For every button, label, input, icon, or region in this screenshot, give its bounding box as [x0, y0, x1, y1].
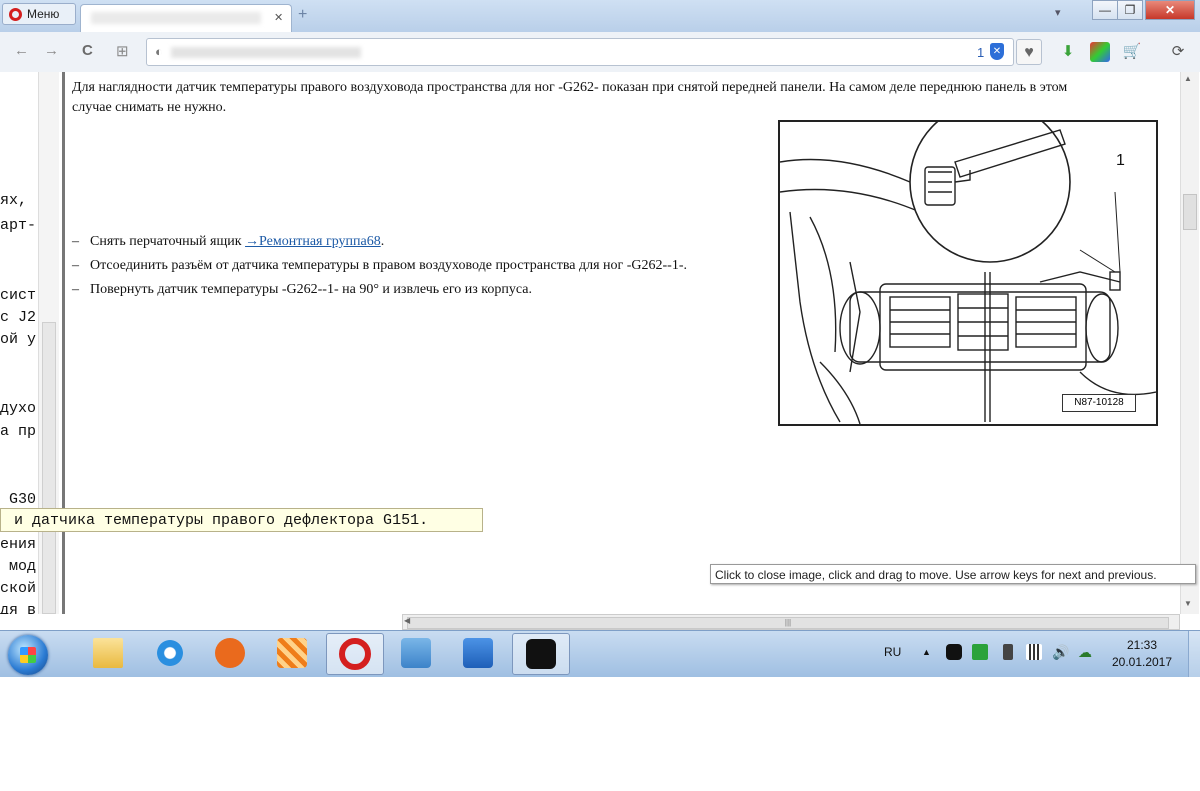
- list-item: – Снять перчаточный ящик →Ремонтная груп…: [72, 232, 752, 252]
- windows-flag-icon: [20, 647, 36, 663]
- illustration-drawing: [779, 101, 1157, 425]
- step-text-tail: .: [380, 234, 385, 249]
- photo-viewer-icon: [401, 638, 431, 668]
- browser-toolbar: ← → C ⊞ ◐ 1 ✕ ♥ ⬇ 🛒 ⟳: [0, 32, 1200, 73]
- step-dash: –: [72, 234, 79, 249]
- step-dash: –: [72, 258, 79, 273]
- left-text-fragment: с J2: [0, 309, 37, 326]
- technical-illustration[interactable]: 1 N87-10128: [778, 101, 1158, 426]
- opera-icon: [9, 7, 22, 21]
- list-item: – Отсоединить разъём от датчика температ…: [72, 256, 752, 276]
- menu-label: Меню: [27, 7, 60, 21]
- tab-list-icon[interactable]: ▾: [1055, 6, 1061, 19]
- left-text-fragment: ях,: [0, 192, 28, 209]
- left-text-fragment: ой у: [0, 331, 37, 348]
- folder-icon: [93, 638, 123, 668]
- palette-icon[interactable]: [1090, 42, 1110, 62]
- shield-icon[interactable]: ✕: [990, 43, 1004, 60]
- app-grid-icon: [277, 638, 307, 668]
- taskbar-explorer-button[interactable]: [80, 633, 136, 673]
- tab-close-icon[interactable]: ✕: [274, 11, 283, 24]
- window-maximize-button[interactable]: ❐: [1117, 0, 1143, 20]
- new-tab-button[interactable]: +: [298, 6, 307, 24]
- clock-time: 21:33: [1126, 638, 1158, 652]
- scroll-up-icon[interactable]: ▲: [1184, 74, 1192, 83]
- repair-group-link[interactable]: →Ремонтная группа68: [245, 234, 381, 249]
- taskbar-ie-button[interactable]: [142, 633, 198, 673]
- list-item: – Повернуть датчик температуры -G262--1-…: [72, 280, 752, 300]
- browser-tab[interactable]: ✕: [80, 4, 292, 32]
- tab-strip: Меню ✕ + ▾ — ❐ ✕: [0, 0, 1200, 33]
- back-icon[interactable]: ←: [14, 42, 29, 59]
- windows-taskbar: RU ▲ 🔊 ☁ 21:33 20.01.2017: [0, 630, 1200, 677]
- show-hidden-icons-icon[interactable]: ▲: [922, 647, 931, 657]
- forward-icon[interactable]: →: [44, 42, 59, 59]
- extensions-icon[interactable]: ⟳: [1168, 42, 1188, 62]
- left-text-fragment: ской: [0, 580, 37, 597]
- taskbar-owl-button[interactable]: [512, 633, 570, 675]
- adblock-count: 1: [977, 45, 985, 60]
- site-info-icon[interactable]: ◐: [155, 44, 163, 59]
- intro-paragraph: Для наглядности датчик температуры право…: [72, 80, 1068, 115]
- taskbar-opera-button[interactable]: [326, 633, 384, 675]
- download-icon[interactable]: ⬇: [1058, 42, 1078, 62]
- left-text-fragment: дя в: [0, 602, 37, 614]
- cart-icon[interactable]: 🛒: [1122, 42, 1142, 62]
- system-clock[interactable]: 21:33 20.01.2017: [1110, 637, 1174, 671]
- internet-explorer-icon: [155, 638, 185, 668]
- horizontal-scrollbar[interactable]: |||: [402, 614, 1180, 630]
- page-viewport: ях, арт- сист с J2 ой у духо а пр G30 ен…: [0, 72, 1200, 614]
- left-text-fragment: а пр: [0, 423, 37, 440]
- taskbar-app-button[interactable]: [264, 633, 320, 673]
- owl-icon: [526, 639, 556, 669]
- opera-icon: [339, 638, 371, 670]
- address-text-blurred: [171, 47, 361, 58]
- speed-dial-icon[interactable]: ⊞: [116, 42, 129, 60]
- step-text: Снять перчаточный ящик: [90, 234, 246, 249]
- left-frame-scroll-thumb[interactable]: [42, 322, 56, 614]
- tray-network-icon[interactable]: ☁: [1078, 644, 1094, 660]
- figure-id-label: N87-10128: [1062, 394, 1136, 412]
- step-text: Повернуть датчик температуры -G262--1- н…: [90, 282, 532, 297]
- procedure-steps: – Снять перчаточный ящик →Ремонтная груп…: [72, 232, 752, 304]
- speaker-icon: [463, 638, 493, 668]
- tray-device-icon[interactable]: [1003, 644, 1013, 660]
- left-text-fragment: G30: [0, 491, 37, 508]
- reload-icon[interactable]: C: [82, 42, 93, 59]
- window-close-button[interactable]: ✕: [1145, 0, 1195, 20]
- clock-date: 20.01.2017: [1111, 655, 1173, 669]
- taskbar-media-button[interactable]: [202, 633, 258, 673]
- media-player-icon: [215, 638, 245, 668]
- tray-volume-icon[interactable]: 🔊: [1052, 644, 1069, 660]
- address-bar[interactable]: ◐ 1 ✕: [146, 38, 1014, 66]
- field-tooltip: и датчика температуры правого дефлектора…: [0, 508, 483, 532]
- tray-sync-icon[interactable]: [972, 644, 988, 660]
- left-text-fragment: мод: [0, 558, 37, 575]
- horizontal-scroll-thumb[interactable]: |||: [407, 617, 1169, 629]
- step-dash: –: [72, 282, 79, 297]
- step-text: Отсоединить разъём от датчика температур…: [90, 258, 688, 273]
- heart-icon[interactable]: ♥: [1016, 39, 1042, 65]
- tab-title-blurred: [91, 12, 261, 24]
- window-minimize-button[interactable]: —: [1092, 0, 1118, 20]
- page-scroll-thumb[interactable]: [1183, 194, 1197, 230]
- scroll-left-icon[interactable]: ◀: [404, 616, 410, 625]
- tray-signal-icon[interactable]: [1026, 644, 1042, 660]
- language-indicator[interactable]: RU: [884, 645, 901, 659]
- callout-number: 1: [1116, 152, 1125, 169]
- opera-menu-button[interactable]: Меню: [2, 3, 76, 25]
- left-text-fragment: арт-: [0, 217, 37, 234]
- left-text-fragment: ения: [0, 536, 37, 553]
- page-scrollbar[interactable]: [1180, 72, 1199, 614]
- taskbar-photo-button[interactable]: [388, 633, 444, 673]
- tray-owl-icon[interactable]: [946, 644, 962, 660]
- left-text-fragment: сист: [0, 287, 37, 304]
- windows-start-icon[interactable]: [8, 635, 48, 675]
- scroll-down-icon[interactable]: ▼: [1184, 599, 1192, 608]
- left-text-fragment: духо: [0, 400, 37, 417]
- show-desktop-button[interactable]: [1188, 631, 1200, 677]
- image-viewer-hint: Click to close image, click and drag to …: [710, 564, 1196, 584]
- taskbar-sound-button[interactable]: [450, 633, 506, 673]
